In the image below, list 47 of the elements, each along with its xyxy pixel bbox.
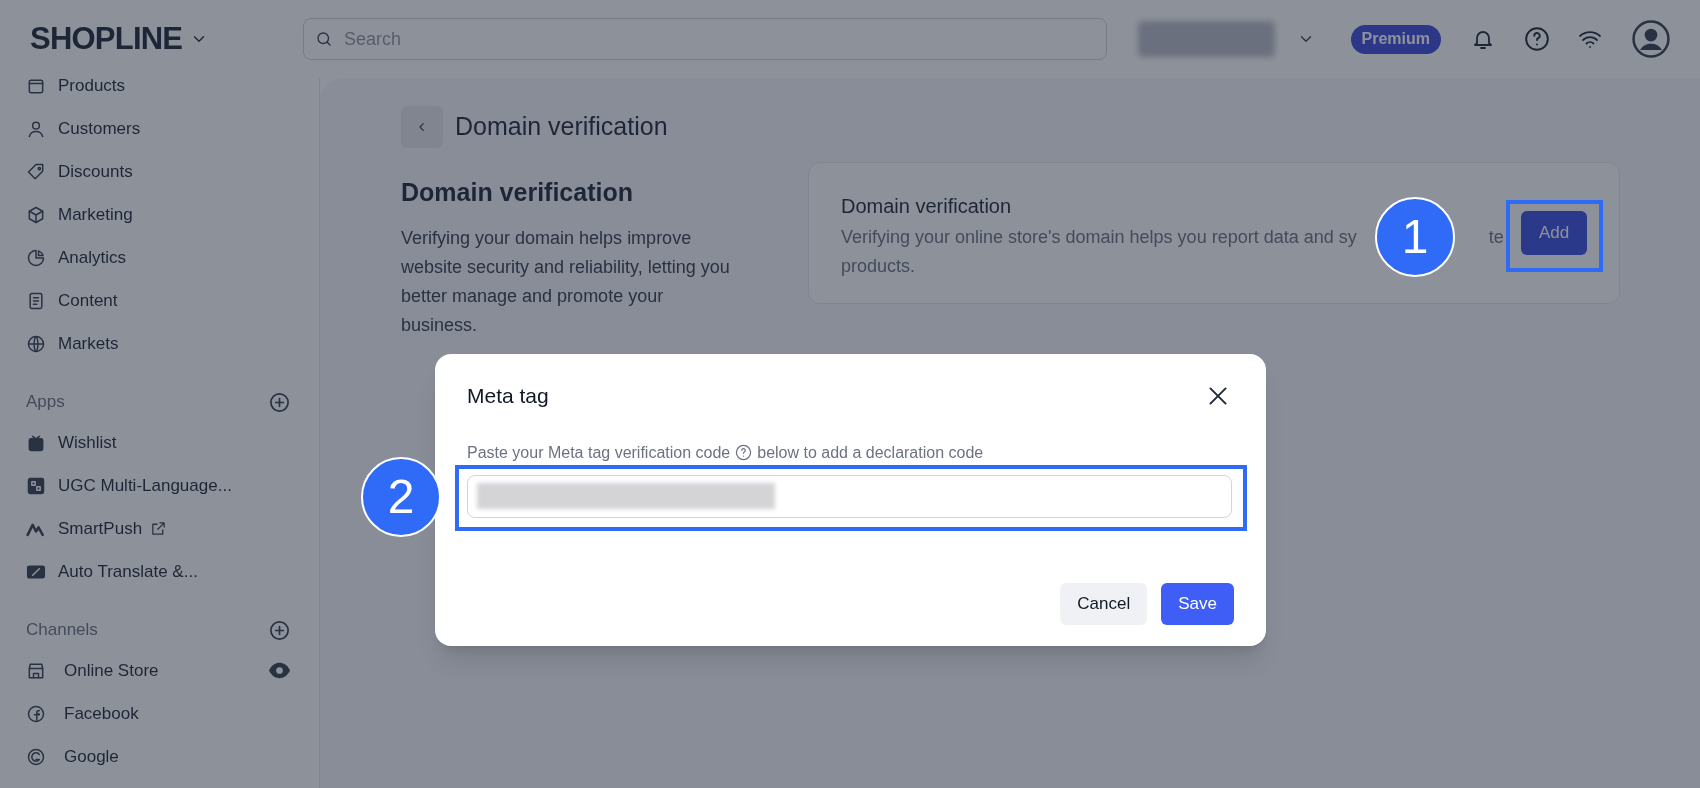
sidebar-item[interactable]: Customers <box>26 107 291 150</box>
sidebar-item[interactable]: Analytics <box>26 236 291 279</box>
card-description: Verifying your online store's domain helps you report data and sy <box>841 226 1357 249</box>
pie-chart-icon <box>26 247 46 268</box>
circle-letter-icon <box>26 746 46 767</box>
sidebar-item[interactable]: Markets <box>26 322 291 365</box>
sidebar-item[interactable]: SmartPush <box>26 507 291 550</box>
tag-icon <box>26 161 46 182</box>
section-description: Verifying your domain helps improve website security and reliability, letting you better manage and promote your business. <box>401 226 731 337</box>
sidebar-item[interactable]: Facebook <box>26 692 291 735</box>
section-heading: Domain verification <box>401 177 634 208</box>
input-field[interactable] <box>467 474 1232 518</box>
dialog-title: Meta tag <box>467 383 549 409</box>
page-title: Domain verification <box>455 111 668 143</box>
sidebar-item[interactable]: UGC Multi-Language... <box>26 464 291 507</box>
cube-icon <box>26 204 46 225</box>
search-icon <box>315 30 333 48</box>
sidebar-item[interactable]: Content <box>26 279 291 322</box>
search-field[interactable]: Search <box>303 18 1107 60</box>
grid-icon <box>26 475 46 496</box>
avatar-icon[interactable] <box>1632 20 1670 58</box>
cancel-button[interactable]: Cancel <box>1060 582 1148 625</box>
card-description: te <box>1488 226 1504 249</box>
card-title: Domain verification <box>841 194 1013 219</box>
sidebar-item[interactable]: Google <box>26 735 291 778</box>
sidebar-item[interactable]: Wishlist <box>26 421 291 464</box>
save-button[interactable]: Save <box>1161 582 1234 625</box>
add-button[interactable]: Add <box>1521 211 1587 255</box>
sidebar-item[interactable]: Auto Translate &... <box>26 550 291 593</box>
globe-icon <box>26 333 46 354</box>
card-description: products. <box>841 255 916 278</box>
help-icon <box>1524 26 1550 52</box>
add-icon <box>268 391 291 414</box>
sidebar-item[interactable]: Products <box>26 64 291 107</box>
section-title: Channels <box>26 618 98 641</box>
field-label: below to add a declaration code <box>757 442 984 463</box>
circle-letter-icon <box>26 703 46 724</box>
logo: SHOPLINE <box>30 19 183 58</box>
help-icon <box>735 444 753 461</box>
sidebar-item[interactable]: Discounts <box>26 150 291 193</box>
section-title: Apps <box>26 390 65 413</box>
sidebar-item[interactable]: Marketing <box>26 193 291 236</box>
document-icon <box>26 290 46 311</box>
add-icon <box>268 619 291 642</box>
sidebar-item[interactable]: Online Store <box>26 649 291 692</box>
field-label: Paste your Meta tag verification code <box>467 442 731 463</box>
plan-badge: Premium <box>1350 24 1441 54</box>
